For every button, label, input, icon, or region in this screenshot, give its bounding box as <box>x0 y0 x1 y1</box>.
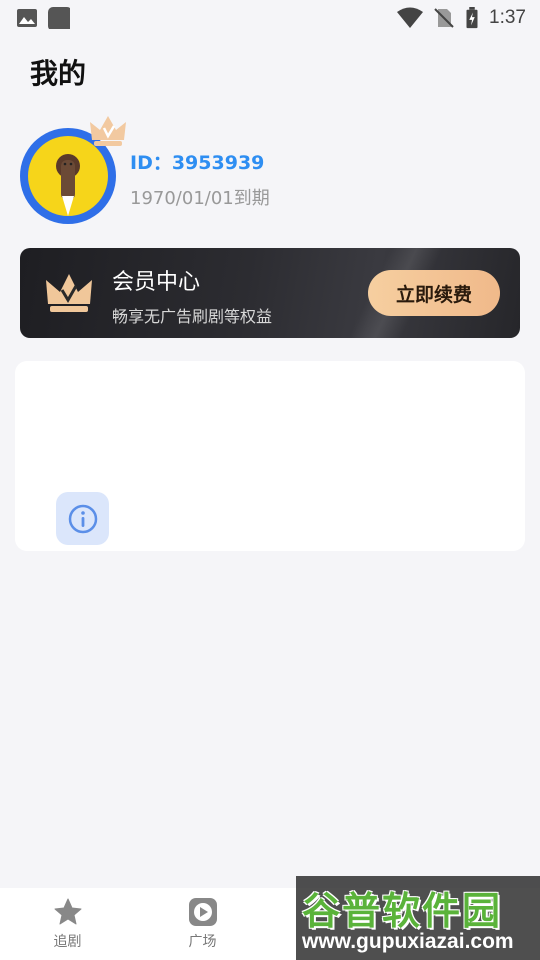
vip-title: 会员中心 <box>112 270 201 295</box>
renew-button[interactable]: 立即续费 <box>368 270 500 316</box>
info-icon <box>68 504 97 533</box>
page-title: 我的 <box>30 57 87 90</box>
watermark-url: www.gupuxiazai.com <box>302 930 514 953</box>
watermark-logo: 谷普软件园 <box>302 889 503 933</box>
status-bar: 1:37 <box>0 0 540 36</box>
vip-crown-icon <box>46 274 92 312</box>
no-sim-icon <box>434 8 454 28</box>
nav-label-square: 广场 <box>188 934 217 950</box>
content-panel <box>15 361 525 551</box>
star-icon <box>54 898 81 925</box>
clock-time: 1:37 <box>489 7 526 28</box>
info-button[interactable] <box>56 492 109 545</box>
avatar[interactable] <box>20 116 126 224</box>
nav-item-drama[interactable]: 追剧 <box>0 888 135 960</box>
vip-description: 畅享无广告刷剧等权益 <box>112 307 273 326</box>
vip-center-card[interactable]: 会员中心 畅享无广告刷剧等权益 立即续费 <box>20 248 520 338</box>
nav-label-drama: 追剧 <box>53 934 82 950</box>
user-id: ID：3953939 <box>130 152 265 174</box>
battery-charging-icon <box>466 7 478 29</box>
nav-item-square[interactable]: 广场 <box>135 888 270 960</box>
wifi-icon <box>397 7 424 28</box>
image-icon <box>17 9 37 27</box>
play-icon <box>188 898 217 926</box>
app-square-icon <box>48 7 70 29</box>
watermark: 谷普软件园 www.gupuxiazai.com <box>296 876 540 960</box>
membership-expiry: 1970/01/01到期 <box>130 188 270 209</box>
crown-badge-icon <box>90 116 126 146</box>
